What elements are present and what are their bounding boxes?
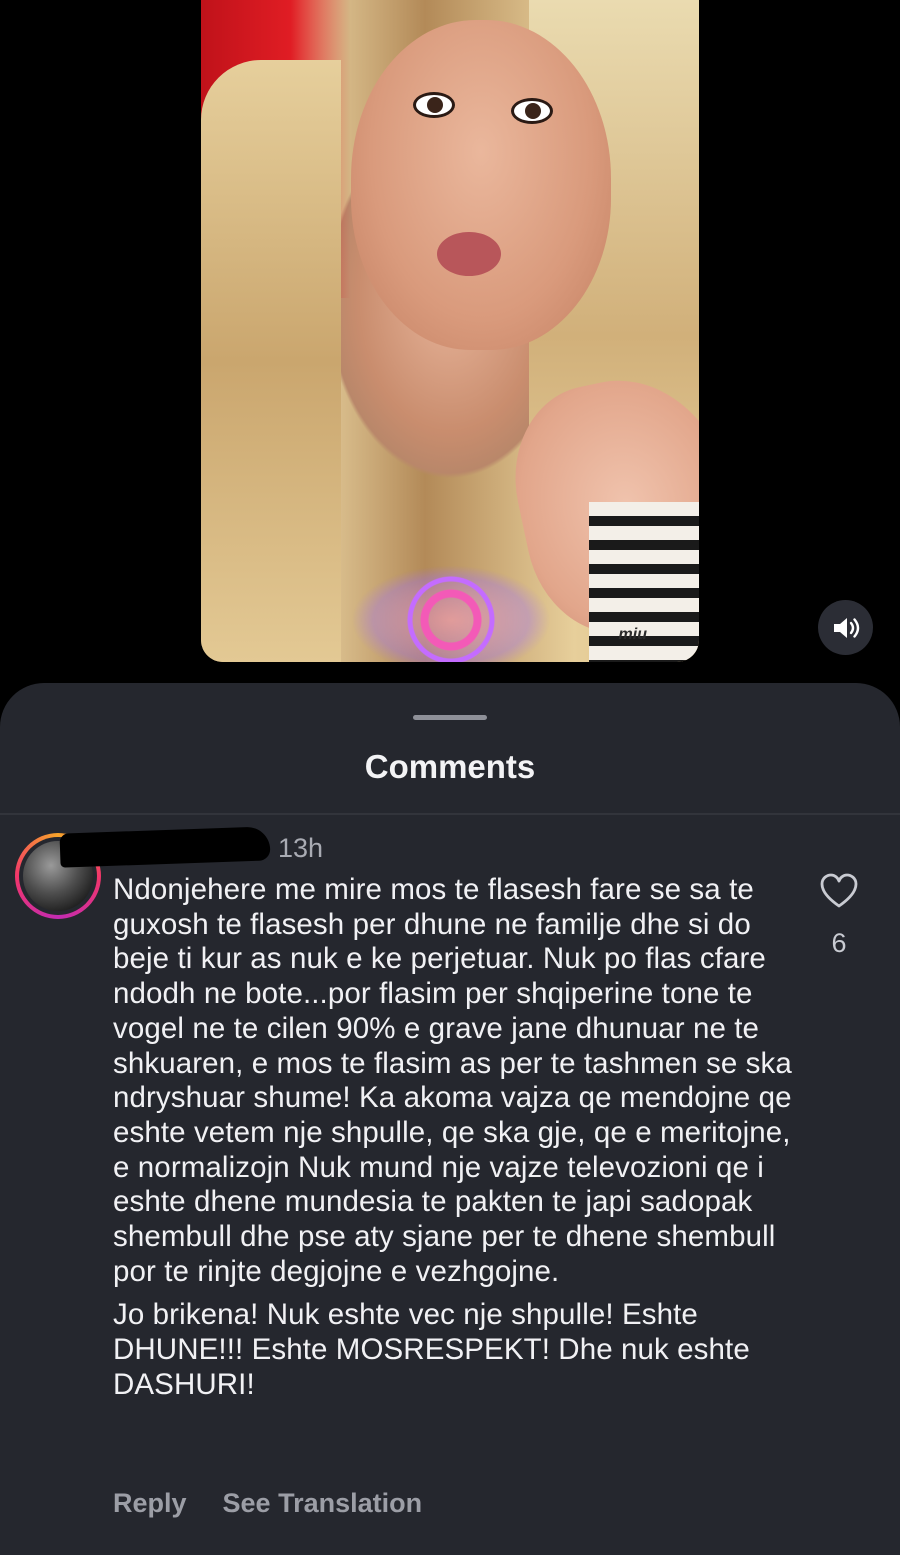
like-count: 6 — [831, 928, 847, 958]
sheet-grabber-handle[interactable] — [413, 715, 487, 720]
comments-sheet: Comments 13h Ndonjehere me mire mos te f… — [0, 683, 900, 1555]
volume-button[interactable] — [818, 600, 873, 655]
reply-button[interactable]: Reply — [113, 1488, 187, 1519]
speaker-on-icon — [833, 617, 859, 638]
shirt-logo-text: miu — [618, 626, 647, 643]
comment-actions: Reply See Translation — [113, 1488, 422, 1519]
screen: miu Comments 13h Ndonjehere me mire mos … — [0, 0, 900, 1555]
video-player[interactable]: miu — [201, 0, 699, 662]
comment-paragraph: Ndonjehere me mire mos te flasesh fare s… — [113, 873, 792, 1288]
sheet-title: Comments — [364, 748, 536, 785]
see-translation-button[interactable]: See Translation — [223, 1488, 423, 1519]
show-logo-eye-icon — [351, 565, 551, 662]
divider — [0, 813, 900, 815]
comment-timestamp: 13h — [278, 833, 324, 863]
heart-icon[interactable] — [820, 873, 858, 909]
username-redacted — [59, 826, 271, 868]
comment-body: Ndonjehere me mire mos te flasesh fare s… — [113, 873, 793, 1412]
comment-paragraph: Jo brikena! Nuk eshte vec nje shpulle! E… — [113, 1298, 750, 1401]
person-face — [351, 20, 611, 350]
